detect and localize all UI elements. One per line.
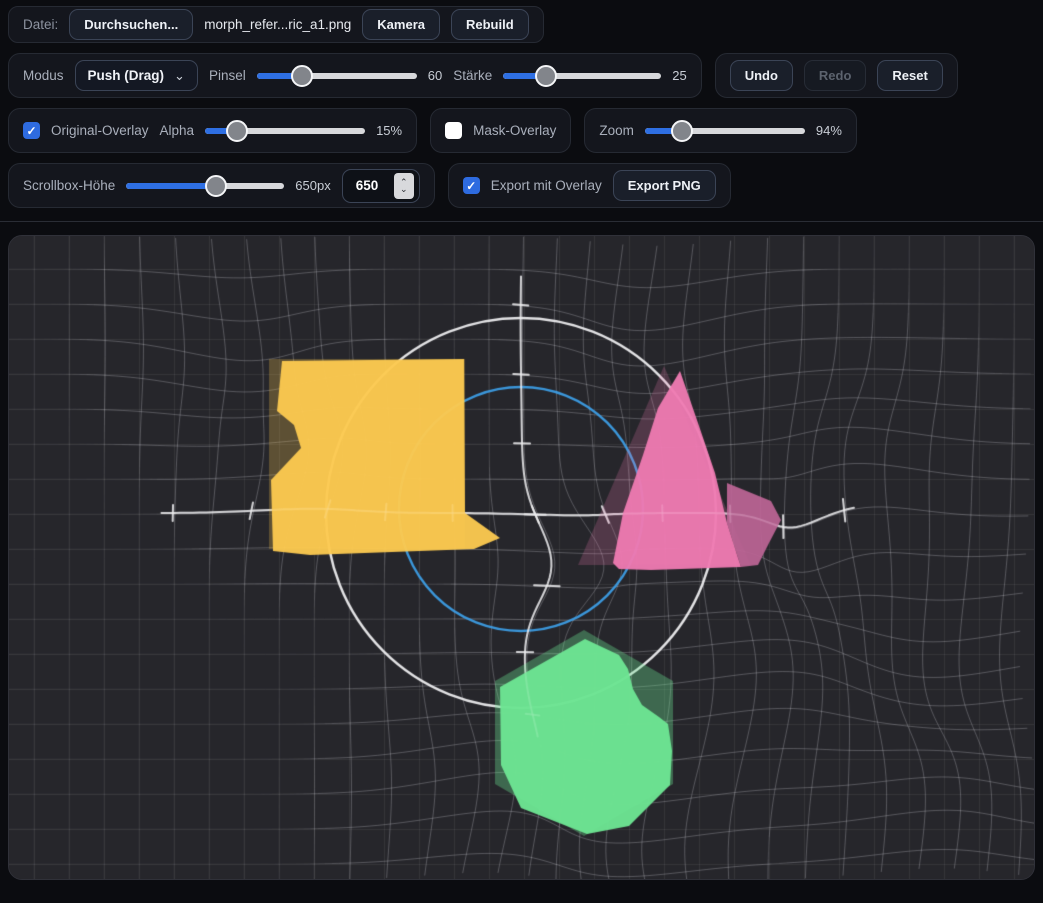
history-card: Undo Redo Reset [715,53,958,98]
export-row: Scrollbox-Höhe 650px 650 ⌃ ⌄ ✓ Export mi… [8,163,1035,208]
scrollbox-slider[interactable] [126,175,284,197]
number-spinner[interactable]: ⌃ ⌄ [394,173,414,199]
alpha-value: 15% [376,123,402,138]
zoom-card: Zoom 94% [584,108,857,153]
scrollbox-slider-thumb[interactable] [205,175,227,197]
mask-overlay-label: Mask-Overlay [473,123,556,138]
staerke-slider[interactable] [503,65,661,87]
chevron-down-icon: ⌄ [174,72,185,80]
camera-button[interactable]: Kamera [362,9,440,40]
staerke-slider-track [503,73,661,79]
file-label: Datei: [23,17,58,32]
export-png-button[interactable]: Export PNG [613,170,716,201]
pinsel-label: Pinsel [209,68,246,83]
modus-select[interactable]: Push (Drag) ⌄ [75,60,198,91]
staerke-label: Stärke [453,68,492,83]
staerke-value: 25 [672,68,686,83]
scrollbox-value: 650px [295,178,330,193]
zoom-slider[interactable] [645,120,805,142]
staerke-slider-thumb[interactable] [535,65,557,87]
export-overlay-label: Export mit Overlay [491,178,602,193]
mask-overlay-checkbox[interactable] [445,122,462,139]
zoom-slider-track [645,128,805,134]
export-card: ✓ Export mit Overlay Export PNG [448,163,731,208]
scrollbox-slider-fill [126,183,216,189]
scrollbox-number-value: 650 [356,178,384,193]
alpha-slider-thumb[interactable] [226,120,248,142]
rebuild-button[interactable]: Rebuild [451,9,529,40]
pinsel-slider-track [257,73,417,79]
filename-text: morph_refer...ric_a1.png [204,17,351,32]
file-card: Datei: Durchsuchen... morph_refer...ric_… [8,6,544,43]
original-overlay-card: ✓ Original-Overlay Alpha 15% [8,108,417,153]
original-overlay-label: Original-Overlay [51,123,149,138]
redo-button[interactable]: Redo [804,60,867,91]
pinsel-value: 60 [428,68,442,83]
zoom-slider-thumb[interactable] [671,120,693,142]
alpha-slider[interactable] [205,120,365,142]
reset-button[interactable]: Reset [877,60,942,91]
browse-button[interactable]: Durchsuchen... [69,9,193,40]
mask-overlay-card: Mask-Overlay [430,108,571,153]
alpha-label: Alpha [160,123,195,138]
pinsel-slider-thumb[interactable] [291,65,313,87]
modus-select-value: Push (Drag) [88,68,165,83]
zoom-value: 94% [816,123,842,138]
toolbar-divider [0,221,1043,222]
modus-label: Modus [23,68,64,83]
original-overlay-checkbox[interactable]: ✓ [23,122,40,139]
scrollbox-label: Scrollbox-Höhe [23,178,115,193]
app: Datei: Durchsuchen... morph_refer...ric_… [0,0,1043,880]
zoom-label: Zoom [599,123,634,138]
tools-row: Modus Push (Drag) ⌄ Pinsel 60 Stärke 25 … [8,53,1035,98]
spinner-down-icon[interactable]: ⌄ [400,186,408,193]
scrollbox-card: Scrollbox-Höhe 650px 650 ⌃ ⌄ [8,163,435,208]
morph-canvas[interactable] [9,236,1035,880]
morph-canvas-wrap [8,235,1035,880]
export-overlay-checkbox[interactable]: ✓ [463,177,480,194]
undo-button[interactable]: Undo [730,60,793,91]
pinsel-slider[interactable] [257,65,417,87]
scrollbox-number-input[interactable]: 650 ⌃ ⌄ [342,169,420,203]
tools-card: Modus Push (Drag) ⌄ Pinsel 60 Stärke 25 [8,53,702,98]
overlay-row: ✓ Original-Overlay Alpha 15% Mask-Overla… [8,108,1035,153]
file-row: Datei: Durchsuchen... morph_refer...ric_… [8,6,1035,43]
